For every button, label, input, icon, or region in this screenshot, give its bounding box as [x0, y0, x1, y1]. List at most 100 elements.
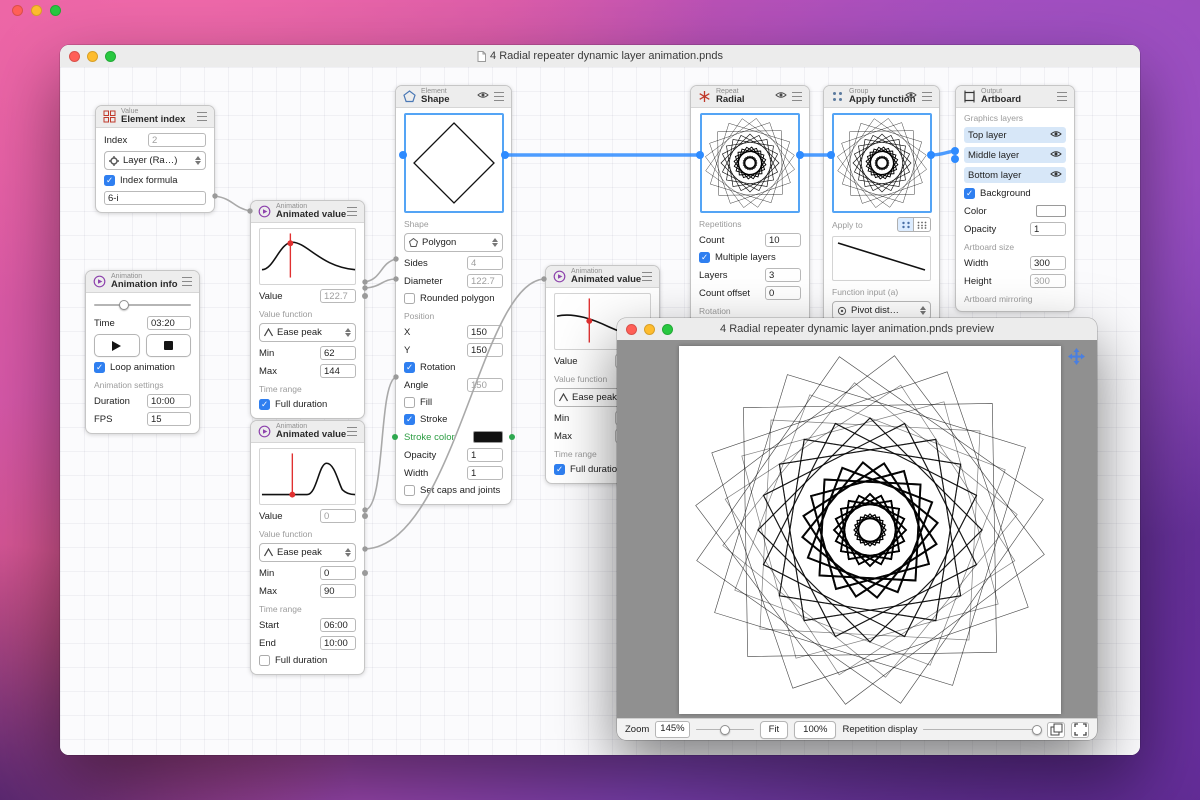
- visibility-eye-icon[interactable]: [1050, 150, 1062, 161]
- rounded-polygon-checkbox[interactable]: [404, 293, 415, 304]
- stroke-color-swatch[interactable]: [473, 431, 503, 443]
- function-curve-preview[interactable]: [832, 236, 931, 281]
- close-icon[interactable]: [69, 51, 80, 62]
- input-port[interactable]: [392, 434, 398, 440]
- node-menu-icon[interactable]: [922, 92, 932, 101]
- node-header[interactable]: AnimationAnimated value: [251, 201, 364, 223]
- main-titlebar[interactable]: 4 Radial repeater dynamic layer animatio…: [60, 45, 1140, 68]
- opacity-field[interactable]: 1: [467, 448, 503, 462]
- layer-row-middle[interactable]: Middle layer: [964, 147, 1066, 163]
- layer-row-top[interactable]: Top layer: [964, 127, 1066, 143]
- output-port[interactable]: [362, 293, 368, 299]
- full-duration-checkbox[interactable]: ✓: [554, 464, 565, 475]
- layer-row-bottom[interactable]: Bottom layer: [964, 167, 1066, 183]
- background-color-swatch[interactable]: [1036, 205, 1066, 217]
- diameter-field[interactable]: 122.7: [467, 274, 503, 288]
- visibility-eye-icon[interactable]: [477, 91, 489, 102]
- value-field[interactable]: 122.7: [320, 289, 356, 303]
- node-menu-icon[interactable]: [347, 207, 357, 216]
- end-field[interactable]: 10:00: [320, 636, 356, 650]
- node-animated-value-bottom[interactable]: AnimationAnimated value Value0 Value fun…: [250, 420, 365, 675]
- node-animated-value-top[interactable]: AnimationAnimated value Value122.7 Value…: [250, 200, 365, 419]
- visibility-eye-icon[interactable]: [775, 91, 787, 102]
- node-menu-icon[interactable]: [347, 427, 357, 436]
- value-function-select[interactable]: Ease peak: [259, 323, 356, 342]
- zoom-window-icon[interactable]: [662, 324, 673, 335]
- fps-field[interactable]: 15: [147, 412, 191, 426]
- min-field[interactable]: 62: [320, 346, 356, 360]
- layers-field[interactable]: 3: [765, 268, 801, 282]
- background-window-traffic-lights[interactable]: [12, 5, 61, 16]
- output-port[interactable]: [362, 570, 368, 576]
- node-menu-icon[interactable]: [494, 92, 504, 101]
- sides-field[interactable]: 4: [467, 256, 503, 270]
- node-animation-info[interactable]: AnimationAnimation info Time03:20 ✓Loop …: [85, 270, 200, 434]
- fill-checkbox[interactable]: [404, 397, 415, 408]
- output-port[interactable]: [509, 434, 515, 440]
- visibility-eye-icon[interactable]: [1050, 130, 1062, 141]
- layer-select[interactable]: Layer (Ra…): [104, 151, 206, 170]
- zoom-slider[interactable]: [696, 724, 754, 736]
- zoom-window-icon[interactable]: [105, 51, 116, 62]
- minimize-icon[interactable]: [31, 5, 42, 16]
- stroke-checkbox[interactable]: ✓: [404, 414, 415, 425]
- x-field[interactable]: 150: [467, 325, 503, 339]
- full-duration-checkbox[interactable]: ✓: [259, 399, 270, 410]
- node-shape[interactable]: ElementShape Shape Polygon Sides4 D: [395, 85, 512, 505]
- node-menu-icon[interactable]: [792, 92, 802, 101]
- radial-preview[interactable]: [700, 113, 800, 213]
- index-formula-checkbox[interactable]: ✓: [104, 175, 115, 186]
- preview-viewport[interactable]: [617, 340, 1097, 718]
- preview-titlebar[interactable]: 4 Radial repeater dynamic layer animatio…: [617, 318, 1097, 341]
- count-offset-field[interactable]: 0: [765, 286, 801, 300]
- start-field[interactable]: 06:00: [320, 618, 356, 632]
- opacity-field[interactable]: 1: [1030, 222, 1066, 236]
- rotation-checkbox[interactable]: ✓: [404, 362, 415, 373]
- repetition-slider[interactable]: [923, 724, 1041, 736]
- multiple-layers-checkbox[interactable]: ✓: [699, 252, 710, 263]
- node-header[interactable]: OutputArtboard: [956, 86, 1074, 108]
- time-slider[interactable]: [94, 299, 191, 311]
- output-port[interactable]: [362, 513, 368, 519]
- node-menu-icon[interactable]: [1057, 92, 1067, 101]
- node-canvas[interactable]: ValueElement index Index2 Layer (Ra…) ✓I…: [60, 67, 1140, 755]
- minimize-icon[interactable]: [87, 51, 98, 62]
- fullscreen-icon[interactable]: [1071, 722, 1089, 738]
- index-field[interactable]: 2: [148, 133, 206, 147]
- apply-to-segmented-control[interactable]: [897, 217, 931, 232]
- stop-button[interactable]: [146, 334, 192, 357]
- max-field[interactable]: 144: [320, 364, 356, 378]
- minimize-icon[interactable]: [644, 324, 655, 335]
- full-duration-checkbox[interactable]: [259, 655, 270, 666]
- apply-mode-grid-icon[interactable]: [897, 217, 914, 232]
- node-menu-icon[interactable]: [642, 272, 652, 281]
- node-menu-icon[interactable]: [197, 112, 207, 121]
- repetition-layers-icon[interactable]: [1047, 722, 1065, 738]
- duration-field[interactable]: 10:00: [147, 394, 191, 408]
- node-element-index[interactable]: ValueElement index Index2 Layer (Ra…) ✓I…: [95, 105, 215, 213]
- node-header[interactable]: AnimationAnimated value: [251, 421, 364, 443]
- node-apply-function[interactable]: GroupApply function Apply to: [823, 85, 940, 344]
- apply-function-preview[interactable]: [832, 113, 932, 213]
- node-header[interactable]: ValueElement index: [96, 106, 214, 128]
- width-field[interactable]: 300: [1030, 256, 1066, 270]
- height-field[interactable]: 300: [1030, 274, 1066, 288]
- slider-knob[interactable]: [119, 300, 129, 310]
- pan-move-icon[interactable]: [1068, 348, 1085, 370]
- play-button[interactable]: [94, 334, 140, 357]
- visibility-eye-icon[interactable]: [1050, 170, 1062, 181]
- fit-button[interactable]: Fit: [760, 721, 789, 739]
- value-function-select[interactable]: Ease peak: [259, 543, 356, 562]
- background-checkbox[interactable]: ✓: [964, 188, 975, 199]
- y-field[interactable]: 150: [467, 343, 503, 357]
- node-header[interactable]: ElementShape: [396, 86, 511, 108]
- value-curve-graph[interactable]: [259, 448, 356, 505]
- zoom-100-button[interactable]: 100%: [794, 721, 836, 739]
- angle-field[interactable]: 150: [467, 378, 503, 392]
- node-header[interactable]: GroupApply function: [824, 86, 939, 108]
- shape-preview[interactable]: [404, 113, 504, 213]
- apply-mode-dots-icon[interactable]: [914, 217, 931, 232]
- close-icon[interactable]: [12, 5, 23, 16]
- close-icon[interactable]: [626, 324, 637, 335]
- zoom-value-field[interactable]: 145%: [655, 721, 689, 738]
